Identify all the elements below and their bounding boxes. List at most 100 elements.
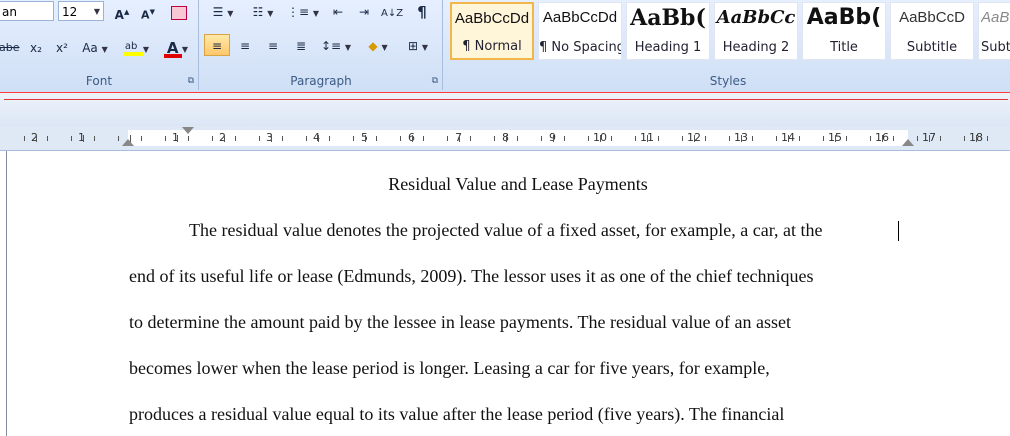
ruler-tick [787,135,789,142]
ruler-tick [517,136,519,141]
red-annotation-line [4,99,1008,122]
pilcrow-icon: ¶ [417,3,427,21]
ruler-tick [705,136,707,141]
ruler-tick [963,136,965,141]
chevron-down-icon: ▼ [381,43,388,52]
decrease-indent-button[interactable]: ⇤ [326,0,350,22]
style-sample: AaBbCcDd [542,9,618,26]
font-group-label: Font [85,74,113,88]
increase-indent-button[interactable]: ⇥ [352,0,376,22]
justify-button[interactable]: ≣ [288,34,314,56]
first-line-indent-marker[interactable] [182,127,194,134]
style-no-spacing[interactable]: AaBbCcDd ¶ No Spacing [538,2,622,60]
ruler-tick [611,136,613,141]
chevron-down-icon: ▼ [93,7,100,16]
ruler-tick [846,136,848,141]
ruler-tick [329,136,331,141]
ruler-tick [70,136,72,141]
borders-button[interactable]: ⊞ ▼ [400,34,436,56]
ruler-tick [411,135,413,142]
ruler-tick [728,136,730,141]
ruler-tick [693,135,695,142]
paragraph-line: end of its useful life or lease (Edmunds… [129,266,814,286]
shrink-font-label: A [141,8,150,22]
ruler-tick [399,136,401,141]
grow-font-button[interactable]: A▲ [110,0,134,22]
ruler-tick [493,136,495,141]
superscript-label: x² [56,41,68,55]
font-color-button[interactable]: A ▼ [158,36,194,58]
style-subtle[interactable]: AaB Subt [978,2,1010,60]
sort-button[interactable]: A↓Z [380,0,404,22]
style-title[interactable]: AaBb( Title [802,2,886,60]
numbering-button[interactable]: ☷ ▼ [244,0,282,22]
style-sample: AaBb( [630,5,706,31]
ruler-tick [540,136,542,141]
show-formatting-button[interactable]: ¶ [410,0,434,22]
change-case-label: Aa [82,41,98,55]
style-sample: AaBb( [806,5,882,30]
ruler-tick [164,136,166,141]
ruler-tick [317,135,319,142]
dialog-launcher-icon[interactable]: ⧉ [432,76,438,86]
horizontal-ruler[interactable]: 2 1 1 2 3 4 5 6 7 8 9 10 11 12 13 14 15 … [0,126,1010,151]
strikethrough-button[interactable]: abe [0,36,20,58]
highlight-button[interactable]: ab ▼ [116,36,156,58]
style-normal[interactable]: AaBbCcDd ¶ Normal [450,2,534,60]
font-name-box[interactable]: an [0,1,54,21]
ruler-tick [235,136,237,141]
ruler-tick [599,135,601,142]
chevron-down-icon: ▼ [267,9,274,18]
ruler-tick [35,135,37,142]
styles-group-label: Styles [709,74,747,88]
styles-group: AaBbCcDd ¶ Normal AaBbCcDd ¶ No Spacing … [446,0,1010,90]
align-right-button[interactable]: ≡ [260,34,286,56]
clear-formatting-button[interactable] [166,0,192,22]
decrease-indent-icon: ⇤ [332,5,344,19]
chevron-down-icon: ▼ [101,45,108,54]
paragraph-line: becomes lower when the lease period is l… [129,358,770,378]
bullets-button[interactable]: ☰ ▼ [204,0,242,22]
change-case-button[interactable]: Aa ▼ [78,36,112,58]
left-indent-marker[interactable] [122,139,134,146]
align-center-button[interactable]: ≡ [232,34,258,56]
ruler-tick [423,136,425,141]
superscript-button[interactable]: x² [50,36,74,58]
ruler-tick [470,136,472,141]
dialog-launcher-icon[interactable]: ⧉ [188,76,194,86]
ruler-tick [270,135,272,142]
ruler-tick [47,136,49,141]
ruler-tick [975,135,977,142]
paragraph-line: produces a residual value equal to its v… [129,404,785,424]
align-center-icon: ≡ [239,39,251,53]
ruler-tick [188,136,190,141]
style-sample: AaBbCcD [899,9,965,26]
ruler-tick [799,136,801,141]
justify-icon: ≣ [295,39,307,53]
style-heading-2[interactable]: AaBbCc Heading 2 [714,2,798,60]
ruler-label: 1 [78,131,85,144]
line-spacing-button[interactable]: ↕≡ ▼ [318,34,354,56]
right-indent-marker[interactable] [902,139,914,146]
shrink-font-button[interactable]: A▼ [136,0,160,22]
ruler-tick [552,135,554,142]
text-cursor [898,221,899,241]
subscript-button[interactable]: x₂ [24,36,48,58]
ruler-tick [94,136,96,141]
ruler-tick [940,136,942,141]
ruler-tick [23,136,25,141]
align-left-button[interactable]: ≡ [204,34,230,56]
chevron-down-icon: ▼ [181,45,189,54]
style-heading-1[interactable]: AaBb( Heading 1 [626,2,710,60]
style-name: Subtitle [906,40,958,55]
eraser-icon [171,5,187,20]
ruler-tick [634,136,636,141]
style-subtitle[interactable]: AaBbCcD Subtitle [890,2,974,60]
grow-font-label: A [114,8,124,22]
shading-button[interactable]: ◆ ▼ [360,34,396,56]
ruler-tick [141,136,143,141]
subscript-label: x₂ [30,41,42,55]
multilevel-list-button[interactable]: ⋮≡ ▼ [284,0,322,22]
font-size-box[interactable]: 12 ▼ [58,1,104,21]
ruler-tick [446,136,448,141]
